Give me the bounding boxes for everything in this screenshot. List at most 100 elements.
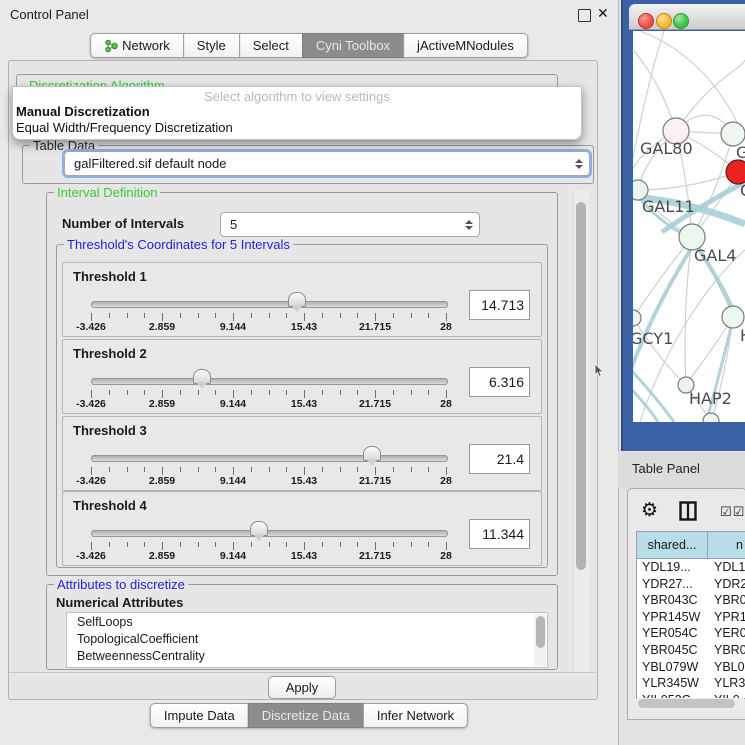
close-traffic-light-icon[interactable] <box>638 13 654 29</box>
tick-label: 15.43 <box>291 321 317 333</box>
table-row[interactable]: YDL19...YDL1 <box>637 559 745 576</box>
tick-mark <box>198 467 199 472</box>
stepper-arrows-icon[interactable] <box>573 157 584 171</box>
tick-mark <box>127 390 128 395</box>
tab-style[interactable]: Style <box>183 33 240 58</box>
tab-network[interactable]: Network <box>90 33 184 58</box>
cyni-mode-tabs: Impute DataDiscretize DataInfer Network <box>150 703 468 728</box>
network-node-h[interactable] <box>722 306 744 328</box>
slider-thumb[interactable] <box>250 521 268 536</box>
close-icon[interactable]: ✕ <box>597 5 609 22</box>
tick-mark <box>375 313 376 321</box>
threshold-value-field[interactable]: 14.713 <box>469 290 530 320</box>
tick-mark <box>286 390 287 395</box>
network-edge[interactable] <box>633 190 638 300</box>
tab-cyni-toolbox[interactable]: Cyni Toolbox <box>302 33 404 58</box>
table-panel-title: Table Panel <box>632 461 700 476</box>
network-edge[interactable] <box>676 60 745 131</box>
slider-thumb[interactable] <box>193 369 211 384</box>
slider-thumb[interactable] <box>363 446 381 461</box>
control-panel: Control Panel ✕ NetworkStyleSelectCyni T… <box>0 0 619 745</box>
table-rows: YDL19...YDL1YDR27...YDR2YBR043CYBR0YPR14… <box>637 559 745 698</box>
settings-scrollbar-thumb[interactable] <box>576 202 586 570</box>
tick-mark <box>340 390 341 395</box>
network-edge-highlighted[interactable] <box>633 360 674 422</box>
network-canvas[interactable]: GAL80GACGAL11GAL4GCY1HHAP2 <box>633 31 745 422</box>
tick-mark <box>215 390 216 395</box>
float-window-icon[interactable] <box>578 9 591 22</box>
tick-label: 21.715 <box>359 398 391 410</box>
algorithm-option-equal-width-frequency-discretization[interactable]: Equal Width/Frequency Discretization <box>16 120 233 135</box>
tab-select[interactable]: Select <box>239 33 303 58</box>
node-table[interactable]: shared... n YDL19...YDL1YDR27...YDR2YBR0… <box>636 531 745 699</box>
table-row[interactable]: YER054CYER0 <box>637 625 745 642</box>
table-row[interactable]: YBR043CYBR0 <box>637 592 745 609</box>
number-of-intervals-combobox[interactable]: 5 <box>220 212 480 237</box>
tick-mark <box>357 313 358 318</box>
algorithm-option-manual-discretization[interactable]: Manual Discretization <box>16 104 150 119</box>
tab-infer-network[interactable]: Infer Network <box>363 703 468 728</box>
network-node-gcy1[interactable] <box>633 310 641 326</box>
slider-thumb[interactable] <box>288 292 306 307</box>
tick-mark <box>411 542 412 547</box>
tab-impute-data[interactable]: Impute Data <box>150 703 249 728</box>
network-edge[interactable] <box>692 134 733 237</box>
numerical-attributes-label: Numerical Attributes <box>56 595 183 610</box>
tick-mark <box>393 390 394 395</box>
numerical-attributes-list[interactable]: SelfLoopsTopologicalCoefficientBetweenne… <box>66 612 548 668</box>
table-row[interactable]: YDR27...YDR2 <box>637 576 745 593</box>
zoom-traffic-light-icon[interactable] <box>673 13 689 29</box>
list-scrollbar[interactable] <box>534 614 546 666</box>
cell-name: YBR0 <box>708 592 745 609</box>
table-hscrollbar-thumb[interactable] <box>638 699 735 708</box>
slider-track[interactable] <box>91 455 448 462</box>
slider-track[interactable] <box>91 530 448 537</box>
table-data-combobox[interactable]: galFiltered.sif default node <box>64 151 590 176</box>
cell-shared-name: YDR27... <box>637 576 708 593</box>
tick-mark <box>304 390 305 398</box>
split-panel-icon[interactable] <box>679 501 697 526</box>
cell-shared-name: YPR145W <box>637 609 708 626</box>
threshold-value-field[interactable]: 11.344 <box>469 519 530 549</box>
tab-discretize-data[interactable]: Discretize Data <box>248 703 364 728</box>
table-row[interactable]: YBL079WYBL0 <box>637 659 745 676</box>
tick-label: 28 <box>440 398 452 410</box>
network-node[interactable] <box>703 413 719 422</box>
tick-mark <box>144 390 145 395</box>
minimize-traffic-light-icon[interactable] <box>656 13 672 29</box>
slider-track[interactable] <box>91 378 448 385</box>
tick-mark <box>411 313 412 318</box>
column-header-shared-name[interactable]: shared... <box>637 532 708 559</box>
stepper-arrows-icon[interactable] <box>463 218 474 232</box>
tick-mark <box>322 467 323 472</box>
tick-mark <box>109 390 110 395</box>
tick-mark <box>411 390 412 395</box>
network-edge[interactable] <box>633 237 692 318</box>
tab-jactivemnodules[interactable]: jActiveMNodules <box>403 33 528 58</box>
gear-icon[interactable]: ⚙ <box>641 499 658 522</box>
network-window-titlebar[interactable] <box>629 4 745 30</box>
table-row[interactable]: YLR345WYLR3 <box>637 675 745 692</box>
tick-mark <box>91 390 92 398</box>
tick-mark <box>269 390 270 395</box>
tick-mark <box>286 542 287 547</box>
table-row[interactable]: YPR145WYPR1 <box>637 609 745 626</box>
tick-mark <box>393 313 394 318</box>
select-columns-icons[interactable]: ☑☑ <box>720 504 745 520</box>
threshold-label: Threshold 1 <box>73 269 147 284</box>
cell-shared-name: YER054C <box>637 625 708 642</box>
apply-button[interactable]: Apply <box>268 676 336 699</box>
attribute-item-topologicalcoefficient[interactable]: TopologicalCoefficient <box>67 630 547 647</box>
mouse-cursor <box>594 364 605 378</box>
threshold-value-field[interactable]: 6.316 <box>469 367 530 397</box>
slider-track[interactable] <box>91 301 448 308</box>
attribute-item-betweennesscentrality[interactable]: BetweennessCentrality <box>67 647 547 664</box>
attribute-item-selfloops[interactable]: SelfLoops <box>67 613 547 630</box>
threshold-value-field[interactable]: 21.4 <box>469 444 530 474</box>
network-edge[interactable] <box>638 172 738 190</box>
tick-label: 15.43 <box>291 550 317 562</box>
tick-label: -3.426 <box>76 475 106 487</box>
column-header-name[interactable]: n <box>708 532 745 559</box>
table-row[interactable]: YBR045CYBR0 <box>637 642 745 659</box>
list-scrollbar-thumb[interactable] <box>536 616 545 648</box>
